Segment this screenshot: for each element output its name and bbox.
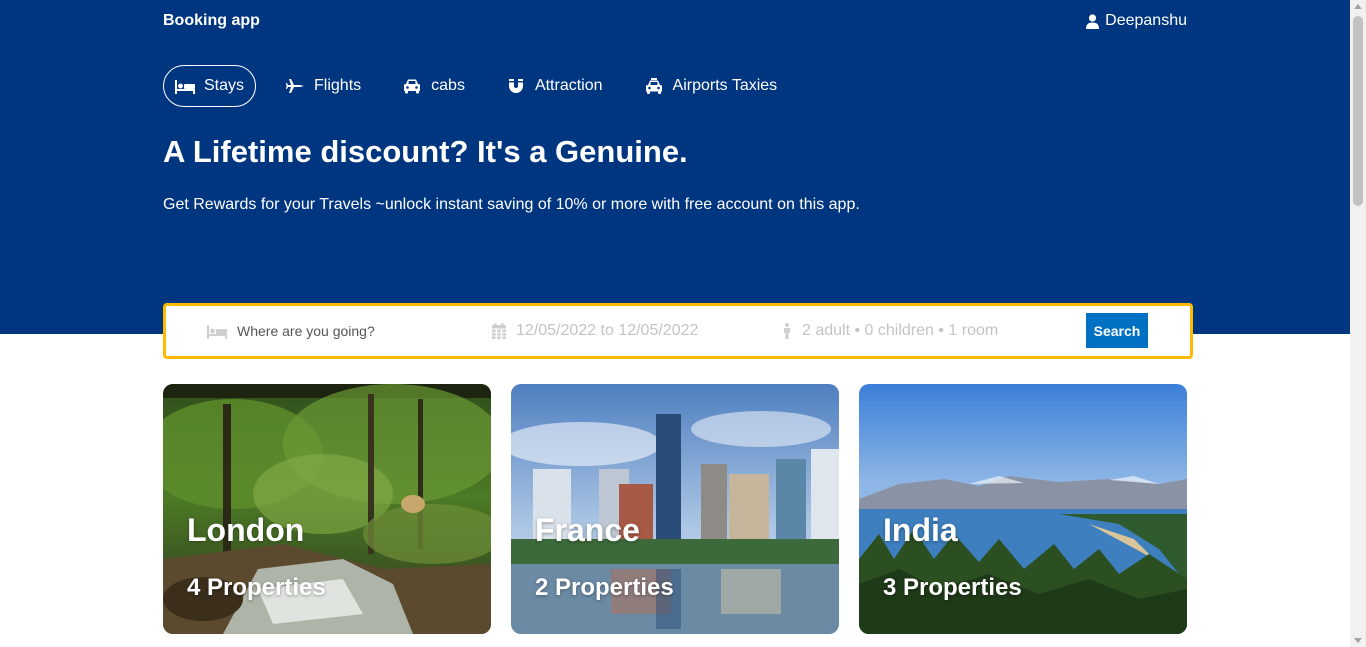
destination-city: India bbox=[883, 512, 958, 548]
hero-header: Booking app Deepanshu Stays Flights cabs… bbox=[0, 0, 1350, 334]
bed-icon bbox=[175, 80, 195, 94]
scrollbar-thumb[interactable] bbox=[1353, 16, 1363, 206]
car-icon bbox=[404, 79, 421, 94]
nav-item-flights[interactable]: Flights bbox=[273, 65, 373, 107]
user-menu[interactable]: Deepanshu bbox=[1086, 11, 1187, 31]
page: Booking app Deepanshu Stays Flights cabs… bbox=[0, 0, 1366, 647]
nav-item-label: Stays bbox=[204, 77, 245, 94]
date-range-text: 12/05/2022 to 12/05/2022 bbox=[516, 322, 699, 339]
nav-item-label: Attraction bbox=[534, 77, 603, 94]
taxi-icon bbox=[645, 78, 662, 94]
plane-icon bbox=[286, 79, 305, 93]
nav-item-airport-taxis[interactable]: Airports Taxies bbox=[632, 65, 790, 107]
destination-properties: 4 Properties bbox=[187, 574, 326, 601]
guests-field[interactable]: 2 adult • 0 children • 1 room bbox=[782, 306, 998, 356]
magnet-icon bbox=[508, 79, 523, 93]
search-bar: 12/05/2022 to 12/05/2022 2 adult • 0 chi… bbox=[163, 303, 1193, 359]
user-icon bbox=[1086, 13, 1100, 29]
scroll-up-arrow-icon[interactable] bbox=[1354, 4, 1362, 9]
destination-card-france[interactable]: France 2 Properties bbox=[511, 384, 839, 634]
page-scrollbar[interactable] bbox=[1350, 0, 1366, 647]
scroll-down-arrow-icon[interactable] bbox=[1354, 638, 1362, 643]
destination-field[interactable] bbox=[207, 306, 457, 356]
bed-icon bbox=[207, 325, 227, 339]
nav-item-label: Flights bbox=[314, 77, 362, 94]
destination-properties: 2 Properties bbox=[535, 574, 674, 601]
featured-destinations: London 4 Properties France 2 Properties … bbox=[163, 384, 1187, 634]
search-button[interactable]: Search bbox=[1086, 313, 1148, 348]
destination-city: France bbox=[535, 512, 640, 548]
main-nav: Stays Flights cabs Attraction Airports T… bbox=[163, 65, 806, 107]
calendar-icon bbox=[492, 323, 506, 339]
nav-item-label: Airports Taxies bbox=[672, 77, 778, 94]
destination-input[interactable] bbox=[237, 323, 447, 339]
nav-item-attraction[interactable]: Attraction bbox=[494, 65, 615, 107]
nav-item-label: cabs bbox=[431, 77, 465, 94]
date-range-field[interactable]: 12/05/2022 to 12/05/2022 bbox=[492, 306, 698, 356]
destination-properties: 3 Properties bbox=[883, 574, 1022, 601]
nav-item-stays[interactable]: Stays bbox=[163, 65, 257, 107]
user-name: Deepanshu bbox=[1105, 12, 1187, 29]
destination-card-london[interactable]: London 4 Properties bbox=[163, 384, 491, 634]
brand-logo[interactable]: Booking app bbox=[163, 11, 260, 31]
hero-title: A Lifetime discount? It's a Genuine. bbox=[163, 134, 688, 169]
nav-item-cabs[interactable]: cabs bbox=[390, 65, 477, 107]
guests-text: 2 adult • 0 children • 1 room bbox=[802, 322, 999, 339]
person-icon bbox=[784, 323, 790, 339]
destination-city: London bbox=[187, 512, 305, 548]
hero-subtitle: Get Rewards for your Travels ~unlock ins… bbox=[163, 196, 860, 213]
destination-card-india[interactable]: India 3 Properties bbox=[859, 384, 1187, 634]
